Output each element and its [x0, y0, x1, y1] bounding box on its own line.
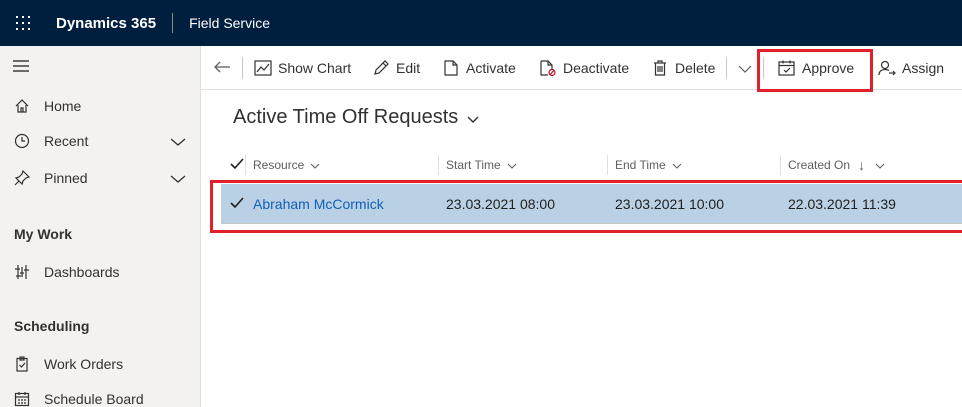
column-header-start-time[interactable]: Start Time: [446, 150, 517, 180]
sidebar-item-label: Work Orders: [44, 356, 124, 372]
edit-label: Edit: [396, 60, 421, 76]
pencil-icon: [372, 59, 390, 77]
sidebar-section-scheduling: Scheduling: [14, 318, 90, 334]
sidebar: Home Recent Pinned My Work Dashboards Sc…: [0, 46, 201, 407]
app-name[interactable]: Field Service: [189, 15, 270, 31]
column-header-label: Start Time: [446, 158, 501, 172]
clock-icon: [13, 132, 31, 150]
command-divider: [726, 57, 727, 79]
column-divider: [245, 155, 246, 175]
column-header-end-time[interactable]: End Time: [615, 150, 682, 180]
sort-descending-icon: ↓: [858, 157, 866, 173]
column-header-label: Resource: [253, 158, 305, 172]
chevron-down-icon: [672, 158, 682, 172]
column-header-created-on[interactable]: Created On ↓: [788, 150, 885, 180]
chevron-down-icon: [738, 60, 752, 76]
column-header-label: Created On: [788, 158, 851, 172]
top-navigation-bar: Dynamics 365 Field Service: [0, 0, 962, 46]
chevron-down-icon: [310, 158, 320, 172]
column-divider: [780, 155, 781, 175]
activate-button[interactable]: Activate: [442, 46, 516, 90]
sidebar-section-my-work: My Work: [14, 226, 73, 242]
sidebar-item-home[interactable]: Home: [0, 90, 200, 122]
edit-button[interactable]: Edit: [372, 46, 420, 90]
sidebar-item-label: Schedule Board: [44, 391, 144, 407]
calendar-icon: [13, 390, 31, 407]
view-selector[interactable]: Active Time Off Requests: [233, 105, 479, 130]
column-divider: [607, 155, 608, 175]
document-icon: [442, 59, 460, 77]
document-blocked-icon: [539, 59, 557, 77]
back-button[interactable]: [213, 46, 231, 90]
command-divider: [242, 57, 243, 79]
delete-label: Delete: [675, 60, 716, 76]
row-highlight-box: [210, 180, 962, 233]
column-divider: [438, 155, 439, 175]
sidebar-item-recent[interactable]: Recent: [0, 125, 200, 157]
sidebar-item-label: Pinned: [44, 170, 88, 186]
approve-highlight-box: [757, 49, 873, 92]
show-chart-label: Show Chart: [278, 60, 352, 76]
sidebar-item-label: Dashboards: [44, 264, 120, 280]
chevron-down-icon[interactable]: [170, 134, 186, 150]
more-commands-button[interactable]: [738, 46, 752, 90]
assign-label: Assign: [902, 60, 945, 76]
delete-button[interactable]: Delete: [651, 46, 715, 90]
hamburger-menu-icon[interactable]: [12, 59, 30, 78]
column-header-resource[interactable]: Resource: [253, 150, 320, 180]
back-arrow-icon: [213, 60, 231, 77]
deactivate-button[interactable]: Deactivate: [539, 46, 629, 90]
sidebar-item-schedule-board[interactable]: Schedule Board: [0, 383, 200, 407]
assign-button[interactable]: Assign: [878, 46, 944, 90]
activate-label: Activate: [466, 60, 516, 76]
grid-header: Resource Start Time End Time Created On …: [221, 150, 962, 180]
clipboard-icon: [13, 355, 31, 373]
trash-icon: [651, 59, 669, 77]
sidebar-item-work-orders[interactable]: Work Orders: [0, 348, 200, 380]
deactivate-label: Deactivate: [563, 60, 630, 76]
home-icon: [13, 97, 31, 115]
show-chart-button[interactable]: Show Chart: [254, 46, 351, 90]
header-divider: [172, 13, 174, 33]
dashboard-icon: [13, 263, 31, 281]
app-launcher-icon[interactable]: [0, 0, 46, 46]
chevron-down-icon: [507, 158, 517, 172]
brand-title[interactable]: Dynamics 365: [56, 15, 156, 32]
person-assign-icon: [878, 59, 896, 77]
chevron-down-icon: [875, 158, 885, 172]
pin-icon: [13, 169, 31, 187]
sidebar-item-label: Recent: [44, 133, 89, 149]
column-header-label: End Time: [615, 158, 666, 172]
chevron-down-icon: [467, 107, 479, 130]
sidebar-item-dashboards[interactable]: Dashboards: [0, 256, 200, 288]
sidebar-item-pinned[interactable]: Pinned: [0, 162, 200, 194]
sidebar-item-label: Home: [44, 98, 82, 114]
chart-icon: [254, 59, 272, 77]
select-all-checkmark-icon[interactable]: [230, 157, 244, 175]
chevron-down-icon[interactable]: [170, 171, 186, 187]
view-title: Active Time Off Requests: [233, 106, 459, 128]
